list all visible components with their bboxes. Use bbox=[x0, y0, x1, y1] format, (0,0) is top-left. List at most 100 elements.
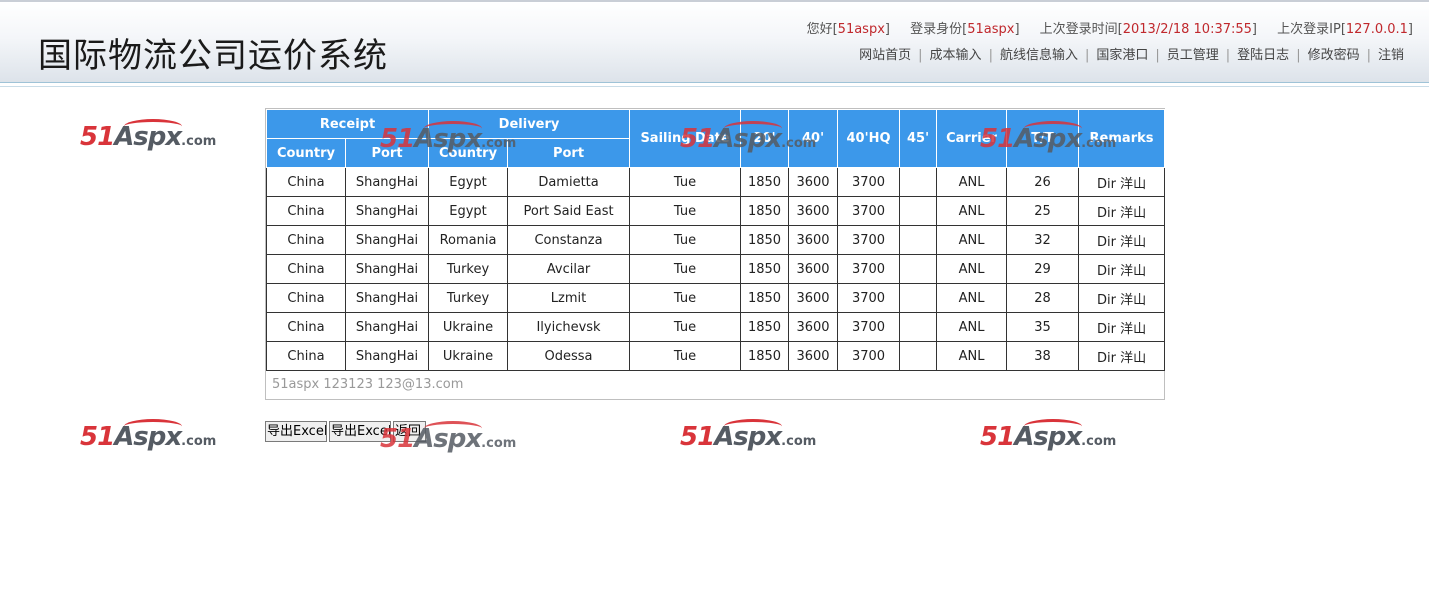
cell-sailing-date: Tue bbox=[629, 196, 742, 226]
cell-sailing-date: Tue bbox=[629, 167, 742, 197]
cell-transit-time: 35 bbox=[1006, 312, 1080, 342]
cell-rate-20ft: 1850 bbox=[740, 312, 790, 342]
cell-sailing-date: Tue bbox=[629, 341, 742, 371]
cell-transit-time: 28 bbox=[1006, 283, 1080, 313]
export-excel-button-2[interactable]: 导出Excel bbox=[329, 421, 391, 442]
header-divider-thin bbox=[0, 86, 1429, 87]
page-header: 国际物流公司运价系统 您好[51aspx] 登录身份[51aspx] 上次登录时… bbox=[0, 0, 1429, 82]
table-row: China ShangHai Turkey Lzmit Tue 1850 3600 3700 A… bbox=[266, 283, 1166, 313]
nav-home-link[interactable]: 网站首页 bbox=[852, 48, 918, 63]
cell-sailing-date: Tue bbox=[629, 254, 742, 284]
last-login-time: 上次登录时间[2013/2/18 10:37:55] bbox=[1039, 22, 1257, 37]
cell-receipt-port: ShangHai bbox=[344, 254, 430, 284]
last-ip-value: 127.0.0.1 bbox=[1345, 22, 1408, 37]
cell-transit-time: 29 bbox=[1006, 254, 1080, 284]
cell-rate-45ft bbox=[899, 341, 938, 371]
cell-delivery-country: Turkey bbox=[428, 283, 509, 313]
cell-delivery-port: Constanza bbox=[507, 225, 631, 255]
cell-rate-40hq: 3700 bbox=[837, 225, 901, 255]
back-button[interactable]: 返回 bbox=[393, 421, 426, 442]
nav-separator: | bbox=[1296, 48, 1301, 63]
nav-change-password-link[interactable]: 修改密码 bbox=[1301, 48, 1367, 63]
cell-remarks: Dir 洋山 bbox=[1078, 196, 1166, 226]
cell-rate-40hq: 3700 bbox=[837, 167, 901, 197]
cell-transit-time: 25 bbox=[1006, 196, 1080, 226]
cell-rate-45ft bbox=[899, 312, 938, 342]
cell-delivery-country: Romania bbox=[428, 225, 509, 255]
cell-remarks: Dir 洋山 bbox=[1078, 167, 1166, 197]
header-sailing-date: Sailing Date bbox=[629, 109, 742, 168]
cell-receipt-port: ShangHai bbox=[344, 225, 430, 255]
cell-carrier: ANL bbox=[936, 167, 1008, 197]
header-delivery: Delivery bbox=[428, 109, 631, 139]
cell-rate-40ft: 3600 bbox=[788, 254, 839, 284]
cell-delivery-country: Egypt bbox=[428, 167, 509, 197]
nav-staff-link[interactable]: 员工管理 bbox=[1160, 48, 1226, 63]
cell-transit-time: 26 bbox=[1006, 167, 1080, 197]
cell-carrier: ANL bbox=[936, 283, 1008, 313]
cell-rate-40ft: 3600 bbox=[788, 196, 839, 226]
cell-rate-20ft: 1850 bbox=[740, 283, 790, 313]
cell-transit-time: 32 bbox=[1006, 225, 1080, 255]
action-buttons: 导出Excel 导出Excel 返回 bbox=[265, 421, 428, 442]
cell-rate-40ft: 3600 bbox=[788, 341, 839, 371]
cell-delivery-port: Avcilar bbox=[507, 254, 631, 284]
header-divider bbox=[0, 82, 1429, 83]
cell-receipt-country: China bbox=[266, 341, 346, 371]
cell-delivery-country: Turkey bbox=[428, 254, 509, 284]
header-remarks: Remarks bbox=[1078, 109, 1166, 168]
cell-remarks: Dir 洋山 bbox=[1078, 312, 1166, 342]
cell-remarks: Dir 洋山 bbox=[1078, 283, 1166, 313]
header-carrier: Carrier bbox=[936, 109, 1008, 168]
cell-delivery-port: Lzmit bbox=[507, 283, 631, 313]
last-login-value: 2013/2/18 10:37:55 bbox=[1122, 22, 1252, 37]
table-row: China ShangHai Ukraine Ilyichevsk Tue 1850 360… bbox=[266, 312, 1166, 342]
cell-receipt-port: ShangHai bbox=[344, 341, 430, 371]
header-transit-time: T/T bbox=[1006, 109, 1080, 168]
header-receipt-port: Port bbox=[344, 138, 430, 168]
header-delivery-port: Port bbox=[507, 138, 631, 168]
cell-carrier: ANL bbox=[936, 341, 1008, 371]
nav-cost-input-link[interactable]: 成本输入 bbox=[923, 48, 989, 63]
cell-carrier: ANL bbox=[936, 312, 1008, 342]
cell-delivery-port: Damietta bbox=[507, 167, 631, 197]
cell-receipt-country: China bbox=[266, 283, 346, 313]
rate-table-container: Receipt Delivery Sailing Date 20' 40' 40… bbox=[265, 108, 1166, 400]
cell-receipt-port: ShangHai bbox=[344, 167, 430, 197]
cell-rate-40hq: 3700 bbox=[837, 254, 901, 284]
top-nav: 网站首页 | 成本输入 | 航线信息输入 | 国家港口 | 员工管理 | 登陆日志 | 修改密码 | 注销 bbox=[852, 44, 1411, 63]
cell-rate-40hq: 3700 bbox=[837, 283, 901, 313]
export-excel-button[interactable]: 导出Excel bbox=[265, 421, 327, 442]
user-info: 您好[51aspx] 登录身份[51aspx] 上次登录时间[2013/2/18… bbox=[791, 18, 1413, 37]
cell-rate-45ft bbox=[899, 225, 938, 255]
nav-route-input-link[interactable]: 航线信息输入 bbox=[993, 48, 1085, 63]
cell-carrier: ANL bbox=[936, 225, 1008, 255]
cell-rate-40hq: 3700 bbox=[837, 312, 901, 342]
cell-delivery-country: Egypt bbox=[428, 196, 509, 226]
nav-login-log-link[interactable]: 登陆日志 bbox=[1230, 48, 1296, 63]
cell-receipt-port: ShangHai bbox=[344, 283, 430, 313]
cell-rate-20ft: 1850 bbox=[740, 254, 790, 284]
cell-carrier: ANL bbox=[936, 254, 1008, 284]
cell-receipt-country: China bbox=[266, 225, 346, 255]
cell-transit-time: 38 bbox=[1006, 341, 1080, 371]
header-delivery-country: Country bbox=[428, 138, 509, 168]
nav-logout-link[interactable]: 注销 bbox=[1371, 48, 1411, 63]
cell-sailing-date: Tue bbox=[629, 225, 742, 255]
cell-remarks: Dir 洋山 bbox=[1078, 225, 1166, 255]
greeting: 您好[51aspx] bbox=[806, 22, 890, 37]
cell-rate-20ft: 1850 bbox=[740, 167, 790, 197]
nav-country-port-link[interactable]: 国家港口 bbox=[1089, 48, 1155, 63]
cell-receipt-port: ShangHai bbox=[344, 196, 430, 226]
header-45ft: 45' bbox=[899, 109, 938, 168]
header-20ft: 20' bbox=[740, 109, 790, 168]
cell-remarks: Dir 洋山 bbox=[1078, 341, 1166, 371]
app-title: 国际物流公司运价系统 bbox=[38, 36, 388, 76]
table-row: China ShangHai Turkey Avcilar Tue 1850 3600 370… bbox=[266, 254, 1166, 284]
cell-rate-40hq: 3700 bbox=[837, 341, 901, 371]
cell-rate-45ft bbox=[899, 254, 938, 284]
role-value: 51aspx bbox=[967, 22, 1015, 37]
header-40ft: 40' bbox=[788, 109, 839, 168]
cell-receipt-country: China bbox=[266, 196, 346, 226]
header-40hq: 40'HQ bbox=[837, 109, 901, 168]
